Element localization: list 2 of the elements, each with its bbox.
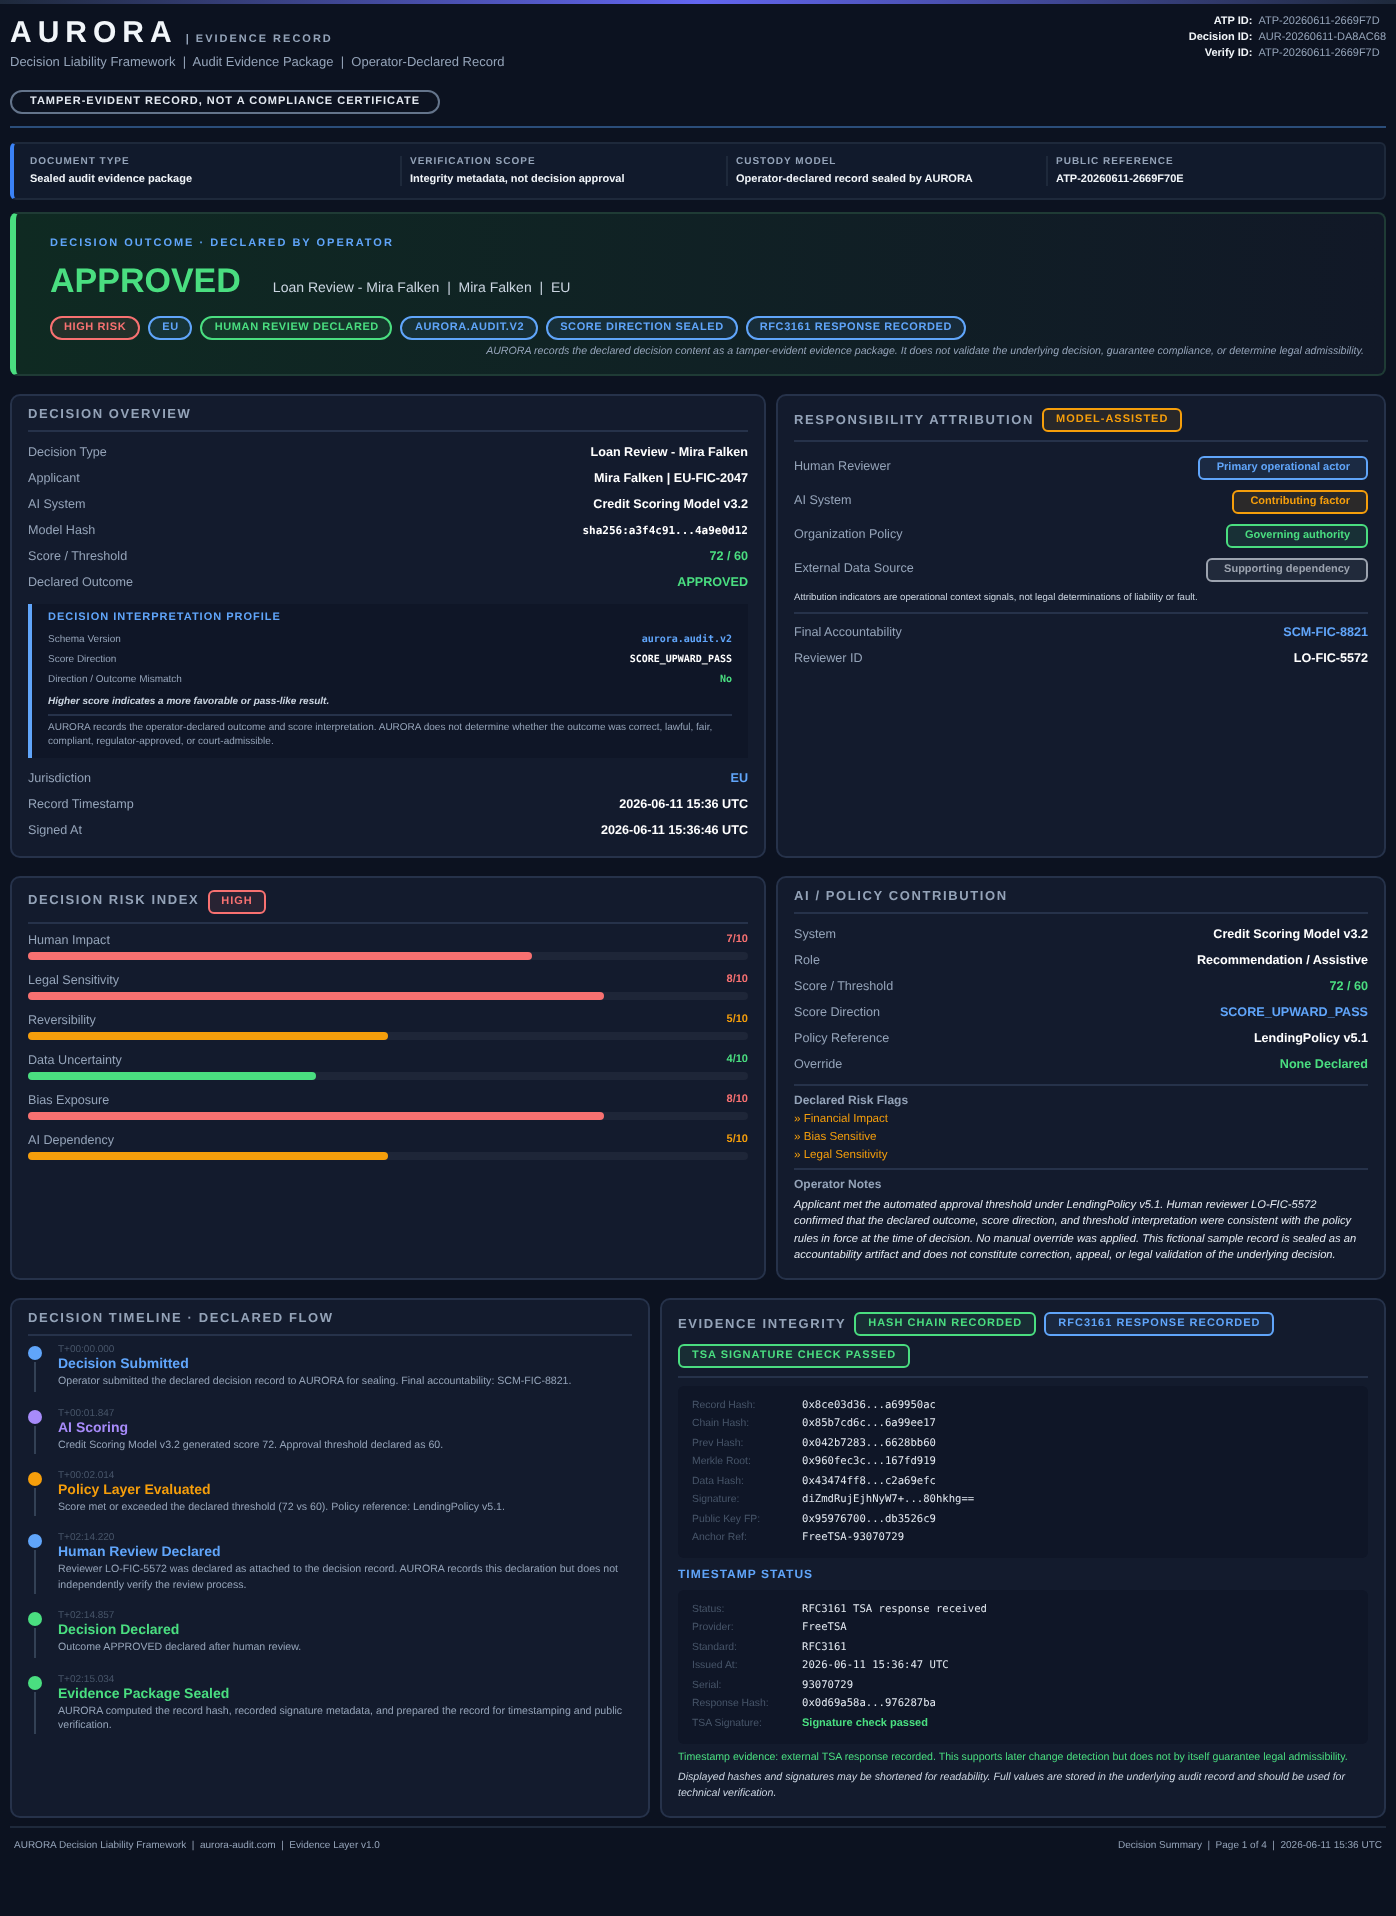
outcome-result: APPROVED (50, 262, 241, 302)
brand-title: AURORA (10, 16, 178, 50)
